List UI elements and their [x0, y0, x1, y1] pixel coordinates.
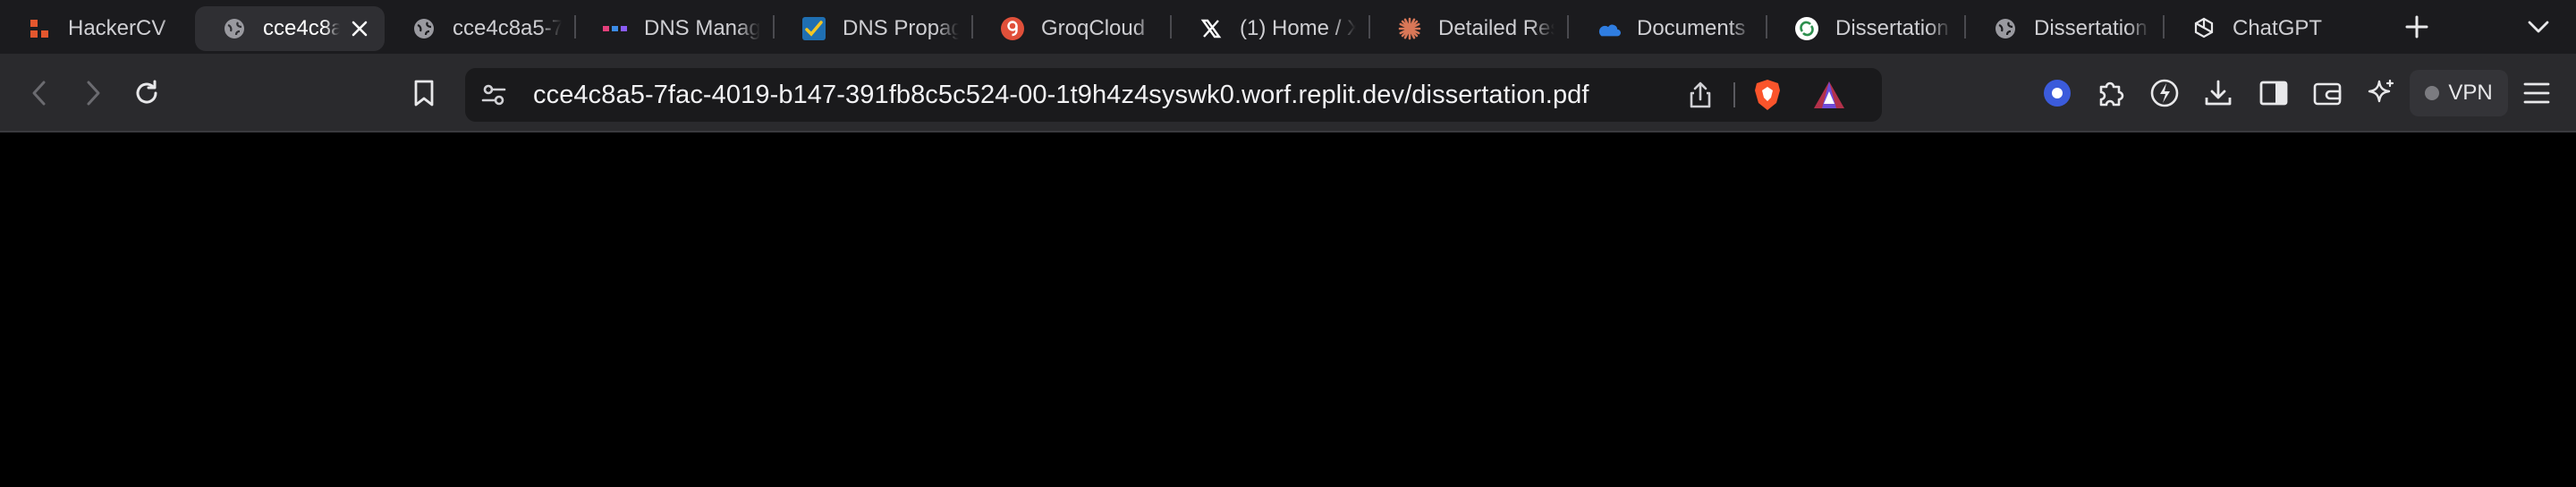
tab-cce4c8a5[interactable]: cce4c8a5-7fac-4019-b147 — [385, 6, 574, 51]
tab-groqcloud[interactable]: GroqCloud — [973, 6, 1170, 51]
globe-icon — [1993, 16, 2018, 41]
groq-icon — [1000, 16, 1025, 41]
tab-dissertation-1[interactable]: Dissertation — [1767, 6, 1964, 51]
sparkle-icon — [2366, 78, 2396, 108]
wallet-button[interactable] — [2306, 72, 2349, 115]
site-settings-icon[interactable] — [479, 81, 508, 109]
tab-title: DNS Propagation Checker — [843, 16, 959, 40]
tab-title: cce4c8a5-7fac-4019-b147-391fb8c5c524 — [263, 16, 340, 40]
reload-button[interactable] — [125, 72, 168, 115]
tab-x-home[interactable]: (1) Home / X — [1172, 6, 1368, 51]
tab-title: Dissertation — [1835, 16, 1949, 40]
x-logo-icon — [1199, 16, 1224, 41]
forward-button[interactable] — [72, 72, 114, 115]
bookmark-button[interactable] — [402, 72, 445, 115]
extensions-button[interactable] — [2089, 72, 2132, 115]
tab-title: ChatGPT — [2233, 16, 2323, 40]
tab-title: (1) Home / X — [1240, 16, 1356, 40]
pdf-viewer-content[interactable] — [0, 134, 2576, 487]
tab-documents[interactable]: Documents — [1569, 6, 1766, 51]
tab-detailed-research[interactable]: Detailed Research — [1370, 6, 1567, 51]
share-icon[interactable] — [1687, 81, 1714, 109]
tab-cce4c8a5-active[interactable]: cce4c8a5-7fac-4019-b147-391fb8c5c524 — [195, 6, 385, 51]
tab-list-button[interactable] — [2522, 13, 2555, 41]
tab-title: Detailed Research — [1438, 16, 1555, 40]
main-menu-button[interactable] — [2515, 72, 2558, 115]
chevron-down-icon — [2528, 20, 2549, 34]
back-button[interactable] — [18, 72, 61, 115]
downloads-button[interactable] — [2197, 72, 2240, 115]
chatgpt-icon — [2191, 16, 2216, 41]
tab-title: cce4c8a5-7fac-4019-b147 — [453, 16, 562, 40]
extension-button-1[interactable] — [2036, 72, 2079, 115]
claude-icon — [1397, 16, 1422, 41]
omnibox-divider — [1733, 82, 1735, 107]
address-bar[interactable]: cce4c8a5-7fac-4019-b147-391fb8c5c524-00-… — [465, 68, 1882, 122]
globe-icon — [222, 16, 247, 41]
brave-rewards-icon[interactable] — [1812, 80, 1846, 110]
puzzle-icon — [2096, 78, 2126, 108]
dns-manager-icon — [603, 16, 628, 41]
reload-icon — [132, 79, 161, 107]
tab-chatgpt[interactable]: ChatGPT — [2165, 6, 2370, 51]
onedrive-cloud-icon — [1596, 16, 1621, 41]
leaf-icon — [2149, 78, 2180, 108]
tab-strip: HackerCV cce4c8a5-7fac-4019-b147-391fb8c… — [0, 0, 2576, 54]
vpn-button[interactable]: VPN — [2410, 70, 2508, 116]
tab-title: HackerCV — [68, 16, 166, 40]
wallet-icon — [2312, 79, 2343, 107]
extension-circle-icon — [2042, 78, 2072, 108]
hamburger-menu-icon — [2522, 81, 2551, 105]
plus-icon — [2405, 15, 2428, 38]
tab-title: Documents — [1637, 16, 1746, 40]
url-text[interactable]: cce4c8a5-7fac-4019-b147-391fb8c5c524-00-… — [533, 68, 1589, 122]
tab-hackercv[interactable]: HackerCV — [0, 6, 195, 51]
tab-title: GroqCloud — [1041, 16, 1146, 40]
download-icon — [2203, 78, 2233, 108]
tab-title: DNS Manager — [644, 16, 760, 40]
leo-ai-button[interactable] — [2360, 72, 2402, 115]
vpn-status-dot — [2425, 86, 2440, 100]
new-tab-button[interactable] — [2401, 11, 2433, 43]
tab-dns-manager[interactable]: DNS Manager — [576, 6, 773, 51]
chevron-left-icon — [30, 80, 48, 107]
chevron-right-icon — [84, 80, 102, 107]
sidebar-button[interactable] — [2252, 72, 2295, 115]
dns-propagation-icon — [801, 16, 826, 41]
sync-icon — [1794, 16, 1819, 41]
close-icon[interactable] — [347, 16, 372, 41]
speedreader-button[interactable] — [2143, 72, 2186, 115]
tab-dissertation-2[interactable]: Dissertation — [1966, 6, 2163, 51]
bookmark-icon — [412, 79, 436, 107]
vpn-label: VPN — [2448, 81, 2493, 105]
tab-title: Dissertation — [2034, 16, 2148, 40]
hackercv-logo-icon — [27, 16, 52, 41]
brave-shields-icon[interactable] — [1753, 78, 1782, 112]
tab-dns-propagation[interactable]: DNS Propagation Checker — [775, 6, 971, 51]
globe-icon — [411, 16, 436, 41]
sidebar-icon — [2258, 80, 2289, 107]
browser-toolbar: cce4c8a5-7fac-4019-b147-391fb8c5c524-00-… — [0, 54, 2576, 132]
